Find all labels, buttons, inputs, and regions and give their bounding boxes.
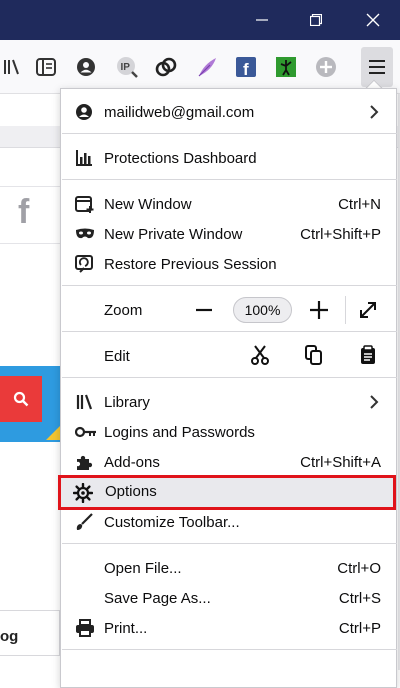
menu-item-print[interactable]: Print... Ctrl+P xyxy=(69,614,389,642)
reader-view-icon[interactable] xyxy=(34,55,58,79)
library-icon[interactable] xyxy=(0,55,24,79)
fullscreen-expand-icon xyxy=(360,302,376,318)
svg-text:IP: IP xyxy=(121,62,131,73)
separator xyxy=(62,331,397,332)
menu-item-restore-session[interactable]: Restore Previous Session xyxy=(69,250,389,278)
printer-icon xyxy=(75,617,101,639)
page-footer-text: og xyxy=(0,628,19,645)
menu-item-account[interactable]: mailidweb@gmail.com xyxy=(69,98,389,126)
search-icon xyxy=(13,391,29,407)
menu-item-library[interactable]: Library xyxy=(69,388,389,416)
gear-icon xyxy=(73,483,95,503)
scissors-icon xyxy=(251,345,269,365)
menu-item-open-file[interactable]: Open File... Ctrl+O xyxy=(69,554,389,582)
plus-icon xyxy=(310,301,328,319)
zoom-divider xyxy=(345,296,346,324)
edit-label: Edit xyxy=(104,347,130,365)
application-menu-button[interactable] xyxy=(361,47,393,87)
menu-item-addons[interactable]: Add-ons Ctrl+Shift+A xyxy=(69,448,389,476)
shortcut-label: Ctrl+O xyxy=(337,559,381,577)
page-search-button[interactable] xyxy=(0,376,42,422)
private-mask-icon xyxy=(75,223,101,245)
shortcut-label: Ctrl+N xyxy=(338,195,381,213)
menu-item-label: Customize Toolbar... xyxy=(104,513,240,531)
minus-icon xyxy=(196,308,212,312)
menu-item-new-window[interactable]: New Window Ctrl+N xyxy=(69,190,389,218)
menu-item-label: Logins and Passwords xyxy=(104,423,255,441)
menu-item-label: Options xyxy=(105,483,157,500)
account-email: mailidweb@gmail.com xyxy=(104,103,255,121)
cut-button[interactable] xyxy=(249,343,271,367)
paintbrush-icon xyxy=(75,511,101,533)
separator xyxy=(62,649,397,650)
menu-item-zoom: Zoom xyxy=(69,296,389,324)
menu-item-label: New Window xyxy=(104,195,192,213)
page-social-row xyxy=(0,186,60,244)
menu-item-options[interactable]: Options xyxy=(58,475,396,510)
feather-extension-icon[interactable] xyxy=(195,55,219,79)
menu-item-label: Restore Previous Session xyxy=(104,255,277,273)
green-extension-icon[interactable] xyxy=(274,55,298,79)
shortcut-label: Ctrl+S xyxy=(338,589,381,607)
menu-item-new-private-window[interactable]: New Private Window Ctrl+Shift+P xyxy=(69,220,389,248)
menu-item-label: New Private Window xyxy=(104,225,243,243)
separator xyxy=(62,133,397,134)
close-button[interactable] xyxy=(348,0,398,40)
minimize-button[interactable] xyxy=(237,0,287,40)
zoom-reset-button[interactable]: 100% xyxy=(233,297,292,323)
fullscreen-button[interactable] xyxy=(357,299,379,321)
account-icon xyxy=(75,101,101,123)
menu-item-save-page[interactable]: Save Page As... Ctrl+S xyxy=(69,584,389,612)
copy-button[interactable] xyxy=(303,343,325,367)
title-bar xyxy=(0,0,400,40)
chevron-right-icon xyxy=(370,395,379,409)
zoom-label: Zoom xyxy=(104,301,143,319)
menu-item-label: Save Page As... xyxy=(104,589,211,607)
separator xyxy=(62,179,397,180)
shortcut-label: Ctrl+P xyxy=(338,619,381,637)
svg-text:f: f xyxy=(243,60,249,78)
menu-item-customize-toolbar[interactable]: Customize Toolbar... xyxy=(69,508,389,536)
menu-item-edit: Edit xyxy=(69,342,389,370)
copy-icon xyxy=(305,345,322,365)
navigation-toolbar: IP f xyxy=(0,40,400,94)
menu-item-label: Open File... xyxy=(104,559,182,577)
restore-icon xyxy=(310,14,322,26)
menu-item-label: Protections Dashboard xyxy=(104,149,257,167)
shortcut-label: Ctrl+Shift+P xyxy=(300,225,381,243)
bar-chart-icon xyxy=(75,147,101,169)
zoom-in-button[interactable] xyxy=(308,299,330,321)
paste-button[interactable] xyxy=(357,343,379,367)
menu-item-label: Add-ons xyxy=(104,453,160,471)
key-icon xyxy=(75,421,101,443)
page-decoration xyxy=(46,426,60,440)
account-icon[interactable] xyxy=(74,55,98,79)
add-extension-icon[interactable] xyxy=(314,55,338,79)
minimize-icon xyxy=(256,19,268,21)
separator xyxy=(62,285,397,286)
close-icon xyxy=(366,13,380,27)
separator xyxy=(62,377,397,378)
facebook-extension-icon[interactable]: f xyxy=(234,55,258,79)
menu-item-protections-dashboard[interactable]: Protections Dashboard xyxy=(69,144,389,172)
zoom-out-button[interactable] xyxy=(193,299,215,321)
ip-extension-icon[interactable]: IP xyxy=(115,55,139,79)
chevron-right-icon xyxy=(370,105,379,119)
clipboard-icon xyxy=(361,345,375,364)
restore-button[interactable] xyxy=(291,0,341,40)
hamburger-icon xyxy=(369,60,385,74)
application-menu-panel: mailidweb@gmail.com Protections Dashboar… xyxy=(60,88,397,688)
library-icon xyxy=(75,391,101,413)
copy-link-extension-icon[interactable] xyxy=(154,55,178,79)
new-window-icon xyxy=(75,193,101,215)
menu-item-logins-passwords[interactable]: Logins and Passwords xyxy=(69,418,389,446)
separator xyxy=(62,543,397,544)
menu-item-label: Print... xyxy=(104,619,148,637)
shortcut-label: Ctrl+Shift+A xyxy=(300,453,381,471)
facebook-share-icon[interactable]: f xyxy=(18,193,29,232)
puzzle-piece-icon xyxy=(75,451,101,473)
menu-item-label: Library xyxy=(104,393,150,411)
restore-session-icon xyxy=(75,253,101,275)
